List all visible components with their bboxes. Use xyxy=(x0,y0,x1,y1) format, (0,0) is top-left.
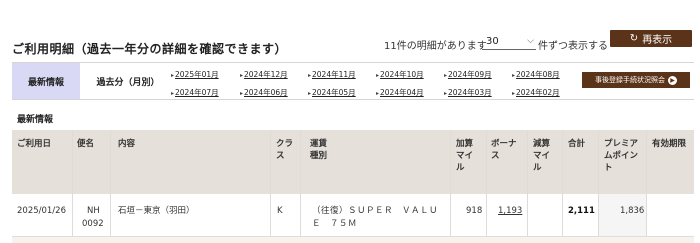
cell-bonus-link[interactable]: 1,193 xyxy=(498,205,522,217)
month-link[interactable]: ▸2024年10月 xyxy=(376,69,424,80)
header-fare-line1: 運賃 xyxy=(310,139,328,149)
header-fare-line2: 種別 xyxy=(310,151,328,161)
triangle-right-icon: ▸ xyxy=(240,72,244,79)
result-count: 11件の明細があります xyxy=(384,41,487,52)
header-total: 合計 xyxy=(568,139,586,149)
column-divider xyxy=(646,130,647,243)
per-page-select[interactable]: 30 ⌵ xyxy=(482,35,536,50)
month-link[interactable]: ▸2024年04月 xyxy=(376,87,424,98)
period-tabs: 最新情報 過去分（月別） ▸2025年01月 ▸2024年12月 ▸2024年1… xyxy=(12,62,694,100)
month-link[interactable]: ▸2024年06月 xyxy=(240,87,288,98)
month-link[interactable]: ▸2024年11月 xyxy=(308,69,356,80)
per-page-suffix: 件ずつ表示する xyxy=(538,41,608,52)
post-registration-status-button[interactable]: 事後登録手続状況照会 ▶ xyxy=(582,72,690,88)
column-divider xyxy=(598,130,599,243)
cell-fare-line1: （往復）ＳＵＰＥＲ ＶＡＬＵ xyxy=(312,206,439,216)
redisplay-button[interactable]: ↻ 再表示 xyxy=(610,30,692,47)
header-expiry: 有効期限 xyxy=(652,139,687,149)
header-premium-points: プレミアムポイント xyxy=(604,139,639,173)
tab-past-monthly[interactable]: 過去分（月別） xyxy=(92,63,164,99)
status-button-label: 事後登録手続状況照会 xyxy=(595,76,665,84)
column-divider xyxy=(450,130,451,243)
triangle-right-icon: ▸ xyxy=(308,72,312,79)
cell-added-miles: 918 xyxy=(466,206,483,216)
triangle-right-icon: ▸ xyxy=(171,72,175,79)
arrow-right-icon: ▶ xyxy=(668,75,677,85)
section-label: 最新情報 xyxy=(17,115,54,125)
header-bonus: ボーナス xyxy=(491,139,517,161)
tab-latest[interactable]: 最新情報 xyxy=(12,63,80,99)
triangle-right-icon: ▸ xyxy=(512,90,516,97)
column-divider xyxy=(270,130,271,243)
cell-flight-number: 0092 xyxy=(82,219,104,229)
header-date: ご利用日 xyxy=(17,139,52,149)
cell-content: 石垣－東京（羽田） xyxy=(118,206,195,216)
column-divider xyxy=(72,130,73,243)
triangle-right-icon: ▸ xyxy=(171,90,175,97)
month-link[interactable]: ▸2024年05月 xyxy=(308,87,356,98)
header-reduced-miles: 減算マイル xyxy=(533,139,551,173)
per-page-value: 30 xyxy=(486,36,499,47)
table-header xyxy=(12,130,694,194)
chevron-down-icon: ⌵ xyxy=(527,36,534,46)
column-divider xyxy=(562,130,563,243)
month-link[interactable]: ▸2024年12月 xyxy=(240,69,288,80)
header-flight: 便名 xyxy=(77,139,95,149)
month-link[interactable]: ▸2024年03月 xyxy=(444,87,492,98)
triangle-right-icon: ▸ xyxy=(240,90,244,97)
triangle-right-icon: ▸ xyxy=(376,90,380,97)
month-link[interactable]: ▸2025年01月 xyxy=(171,69,219,80)
cell-premium-points: 1,836 xyxy=(620,206,645,216)
header-content: 内容 xyxy=(118,139,136,149)
triangle-right-icon: ▸ xyxy=(512,72,516,79)
month-link[interactable]: ▸2024年09月 xyxy=(444,69,492,80)
month-link[interactable]: ▸2024年08月 xyxy=(512,69,560,80)
cell-date: 2025/01/26 xyxy=(17,206,66,216)
refresh-icon: ↻ xyxy=(629,33,639,44)
page-header: ご利用明細（過去一年分の詳細を確認できます） 11件の明細があります 30 ⌵ … xyxy=(0,0,700,62)
month-link[interactable]: ▸2024年02月 xyxy=(512,87,560,98)
cell-total: 2,111 xyxy=(568,206,595,216)
triangle-right-icon: ▸ xyxy=(376,72,380,79)
table-row-partial xyxy=(12,237,694,243)
page-title: ご利用明細（過去一年分の詳細を確認できます） xyxy=(12,42,288,56)
triangle-right-icon: ▸ xyxy=(444,90,448,97)
column-divider xyxy=(300,130,301,243)
redisplay-label: 再表示 xyxy=(642,35,673,46)
triangle-right-icon: ▸ xyxy=(444,72,448,79)
header-class: クラス xyxy=(276,139,294,161)
cell-class: K xyxy=(277,206,283,216)
cell-flight-carrier: NH xyxy=(87,206,100,216)
month-link[interactable]: ▸2024年07月 xyxy=(171,87,219,98)
column-divider xyxy=(486,130,487,243)
triangle-right-icon: ▸ xyxy=(308,90,312,97)
cell-fare-line2: Ｅ ７５Ｍ xyxy=(312,219,358,229)
column-divider xyxy=(527,130,528,243)
column-divider xyxy=(110,130,111,243)
header-added-miles: 加算マイル xyxy=(456,139,474,173)
